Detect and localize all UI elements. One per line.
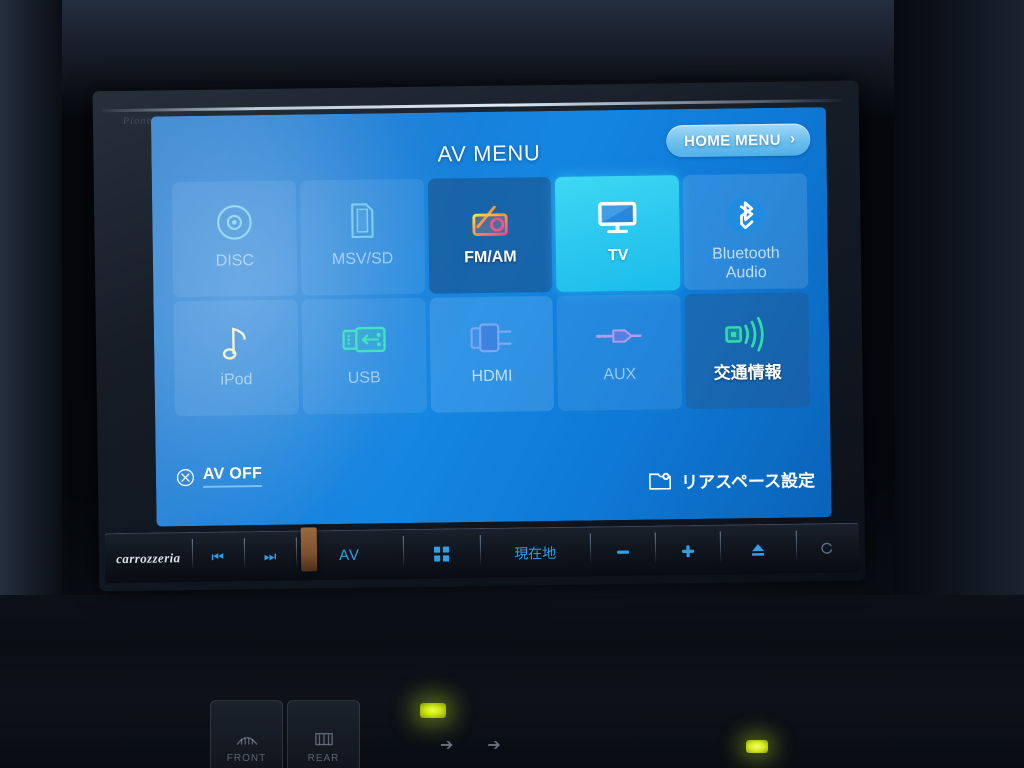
- carrozzeria-logo: carrozzeria: [116, 549, 181, 566]
- next-track-icon: ⏭: [263, 547, 277, 565]
- head-unit: Pioneer AV MENU HOME MENU › DISC MSV/SD: [92, 80, 866, 592]
- disc-icon: [214, 202, 255, 243]
- radio-icon: [468, 198, 513, 241]
- indicator-led-green-2: [746, 740, 768, 753]
- dash-lower-console: [0, 648, 1024, 768]
- source-tile-bt-audio[interactable]: Bluetooth Audio: [682, 173, 809, 291]
- source-tile-label: TV: [607, 246, 629, 265]
- next-track-button[interactable]: ⏭: [244, 532, 297, 582]
- tile-icon-wrapper: [595, 194, 640, 241]
- source-tile-fm-am[interactable]: FM/AM: [427, 176, 553, 294]
- rear-space-settings-button[interactable]: リアスペース設定: [648, 466, 815, 493]
- apps-grid-button[interactable]: [402, 529, 480, 579]
- tile-icon-wrapper: [340, 316, 387, 363]
- reset-icon: [821, 542, 833, 554]
- source-tile-msv-sd[interactable]: MSV/SD: [299, 178, 425, 296]
- rear-defrost-label: REAR: [307, 753, 340, 764]
- defroster-controls: FRONT REAR: [210, 700, 360, 768]
- tile-icon-wrapper: [724, 192, 767, 239]
- home-menu-label: HOME MENU: [683, 131, 782, 150]
- volume-up-button[interactable]: [655, 526, 721, 576]
- eject-icon: [751, 543, 765, 556]
- rear-space-settings-label: リアスペース設定: [680, 471, 816, 493]
- rear-defrost-button[interactable]: REAR: [287, 700, 360, 768]
- vent-face-icon: ➔: [440, 737, 454, 754]
- tile-icon-wrapper: [595, 313, 644, 360]
- current-location-label: 現在地: [514, 544, 557, 562]
- chevron-right-icon: ›: [789, 130, 796, 148]
- av-button-label: AV: [338, 546, 361, 564]
- source-tile-label: DISC: [215, 252, 255, 270]
- source-tile-usb[interactable]: USB: [301, 297, 427, 415]
- source-tile-label: AUX: [603, 365, 637, 384]
- hvac-vent-icons: ➔ ➔: [440, 735, 501, 755]
- home-menu-button[interactable]: HOME MENU ›: [665, 123, 811, 158]
- screen-gear-icon: [649, 472, 672, 490]
- screen-header: AV MENU HOME MENU ›: [151, 123, 827, 174]
- front-defrost-icon: [235, 737, 258, 745]
- tile-icon-wrapper: [216, 318, 257, 365]
- tile-icon-wrapper: [468, 196, 513, 243]
- aux-jack-icon: [595, 319, 643, 354]
- lcd-screen[interactable]: AV MENU HOME MENU › DISC MSV/SD FM/AM TV…: [150, 107, 832, 527]
- prev-track-icon: ⏮: [211, 548, 225, 565]
- source-tile-tv[interactable]: TV: [555, 175, 681, 292]
- source-tile-disc[interactable]: DISC: [171, 180, 298, 298]
- source-tile-ipod[interactable]: iPod: [173, 299, 299, 417]
- dash-left-trim: [0, 0, 62, 660]
- volume-down-icon: [616, 550, 629, 554]
- dash-right-trim: [894, 0, 1024, 680]
- rear-defrost-icon: [314, 732, 333, 746]
- grid-apps-icon: [433, 546, 450, 562]
- carrozzeria-brand-plate: carrozzeria: [105, 533, 192, 583]
- circle-x-icon: [176, 468, 194, 486]
- faceplate-tilt-handle[interactable]: [300, 527, 318, 572]
- volume-down-button[interactable]: [590, 527, 656, 577]
- eject-button[interactable]: [720, 525, 796, 575]
- source-tile-hdmi[interactable]: HDMI: [429, 295, 555, 413]
- source-tile-label: FM/AM: [464, 248, 517, 267]
- broadcast-icon: [724, 314, 771, 355]
- tile-icon-wrapper: [214, 199, 255, 246]
- usb-icon: [340, 320, 387, 359]
- front-defrost-button[interactable]: FRONT: [210, 700, 283, 768]
- tile-icon-wrapper: [724, 311, 771, 358]
- tv-icon: [595, 196, 640, 239]
- source-tile-label: MSV/SD: [331, 250, 394, 269]
- source-tile-label: USB: [347, 369, 381, 387]
- bluetooth-icon: [724, 194, 767, 237]
- av-off-label: AV OFF: [202, 465, 263, 488]
- tile-icon-wrapper: [468, 315, 515, 362]
- source-tile-grid: DISC MSV/SD FM/AM TV Bluetooth Audio iPo…: [171, 173, 811, 417]
- hdmi-plug-icon: [468, 318, 515, 359]
- tile-icon-wrapper: [342, 197, 383, 244]
- sd-card-icon: [342, 200, 383, 241]
- source-tile-traffic[interactable]: 交通情報: [684, 292, 811, 410]
- current-location-button[interactable]: 現在地: [480, 527, 591, 578]
- prev-track-button[interactable]: ⏮: [191, 532, 244, 582]
- source-tile-aux[interactable]: AUX: [556, 294, 683, 411]
- indicator-led-green: [420, 703, 446, 718]
- source-tile-label: iPod: [220, 371, 253, 389]
- reset-button[interactable]: [796, 524, 860, 574]
- source-tile-label: HDMI: [471, 367, 513, 386]
- av-off-button[interactable]: AV OFF: [176, 465, 263, 488]
- vent-feet-icon: ➔: [487, 737, 501, 754]
- source-tile-label: 交通情報: [713, 362, 782, 383]
- music-note-icon: [216, 320, 257, 363]
- source-tile-label: Bluetooth Audio: [712, 244, 780, 282]
- volume-up-icon: [681, 544, 694, 557]
- front-defrost-label: FRONT: [226, 753, 267, 764]
- hardware-button-bar: carrozzeria ⏮ ⏭ AV 現在地: [104, 522, 860, 584]
